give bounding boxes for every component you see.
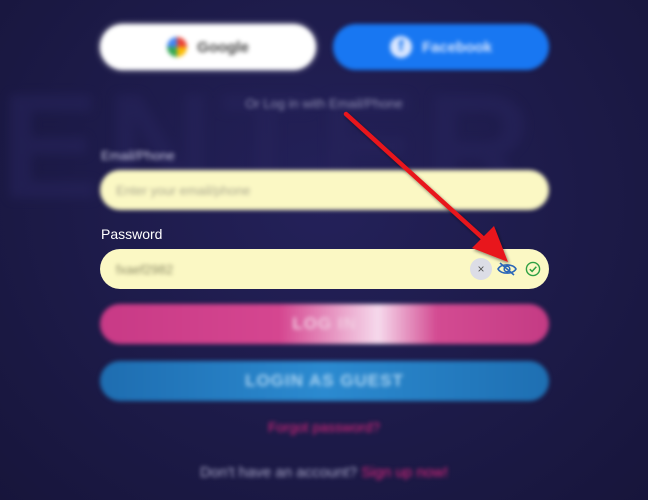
check-circle-icon: [522, 258, 544, 280]
password-field-label: Password: [101, 226, 163, 242]
login-as-guest-button[interactable]: LOGIN AS GUEST: [100, 361, 549, 401]
clear-icon[interactable]: ×: [470, 258, 492, 280]
email-field-label: Email/Phone: [101, 148, 175, 163]
eye-icon[interactable]: [496, 258, 518, 280]
forgot-password-link[interactable]: Forgot password?: [0, 419, 648, 435]
password-field-value: fxaef2982: [116, 261, 174, 277]
email-field[interactable]: Enter your email/phone: [100, 170, 549, 210]
google-login-button[interactable]: Google: [100, 24, 316, 70]
signup-link[interactable]: Sign up now!: [361, 464, 448, 481]
facebook-logo-icon: f: [389, 36, 412, 58]
facebook-login-button[interactable]: f Facebook: [333, 24, 549, 70]
signup-prompt-text: Don't have an account?: [199, 464, 358, 481]
email-field-placeholder: Enter your email/phone: [116, 182, 251, 198]
login-screen: ENTER Google f Facebook Or Log in with E…: [0, 0, 648, 500]
or-login-divider-text: Or Log in with Email/Phone: [245, 96, 403, 111]
login-button[interactable]: LOG IN: [100, 304, 549, 344]
signup-prompt: Don't have an account? Sign up now!: [0, 464, 648, 481]
google-button-label: Google: [197, 38, 249, 56]
facebook-button-label: Facebook: [421, 38, 493, 56]
password-field-icons: ×: [470, 258, 544, 280]
google-logo-icon: [167, 37, 188, 57]
